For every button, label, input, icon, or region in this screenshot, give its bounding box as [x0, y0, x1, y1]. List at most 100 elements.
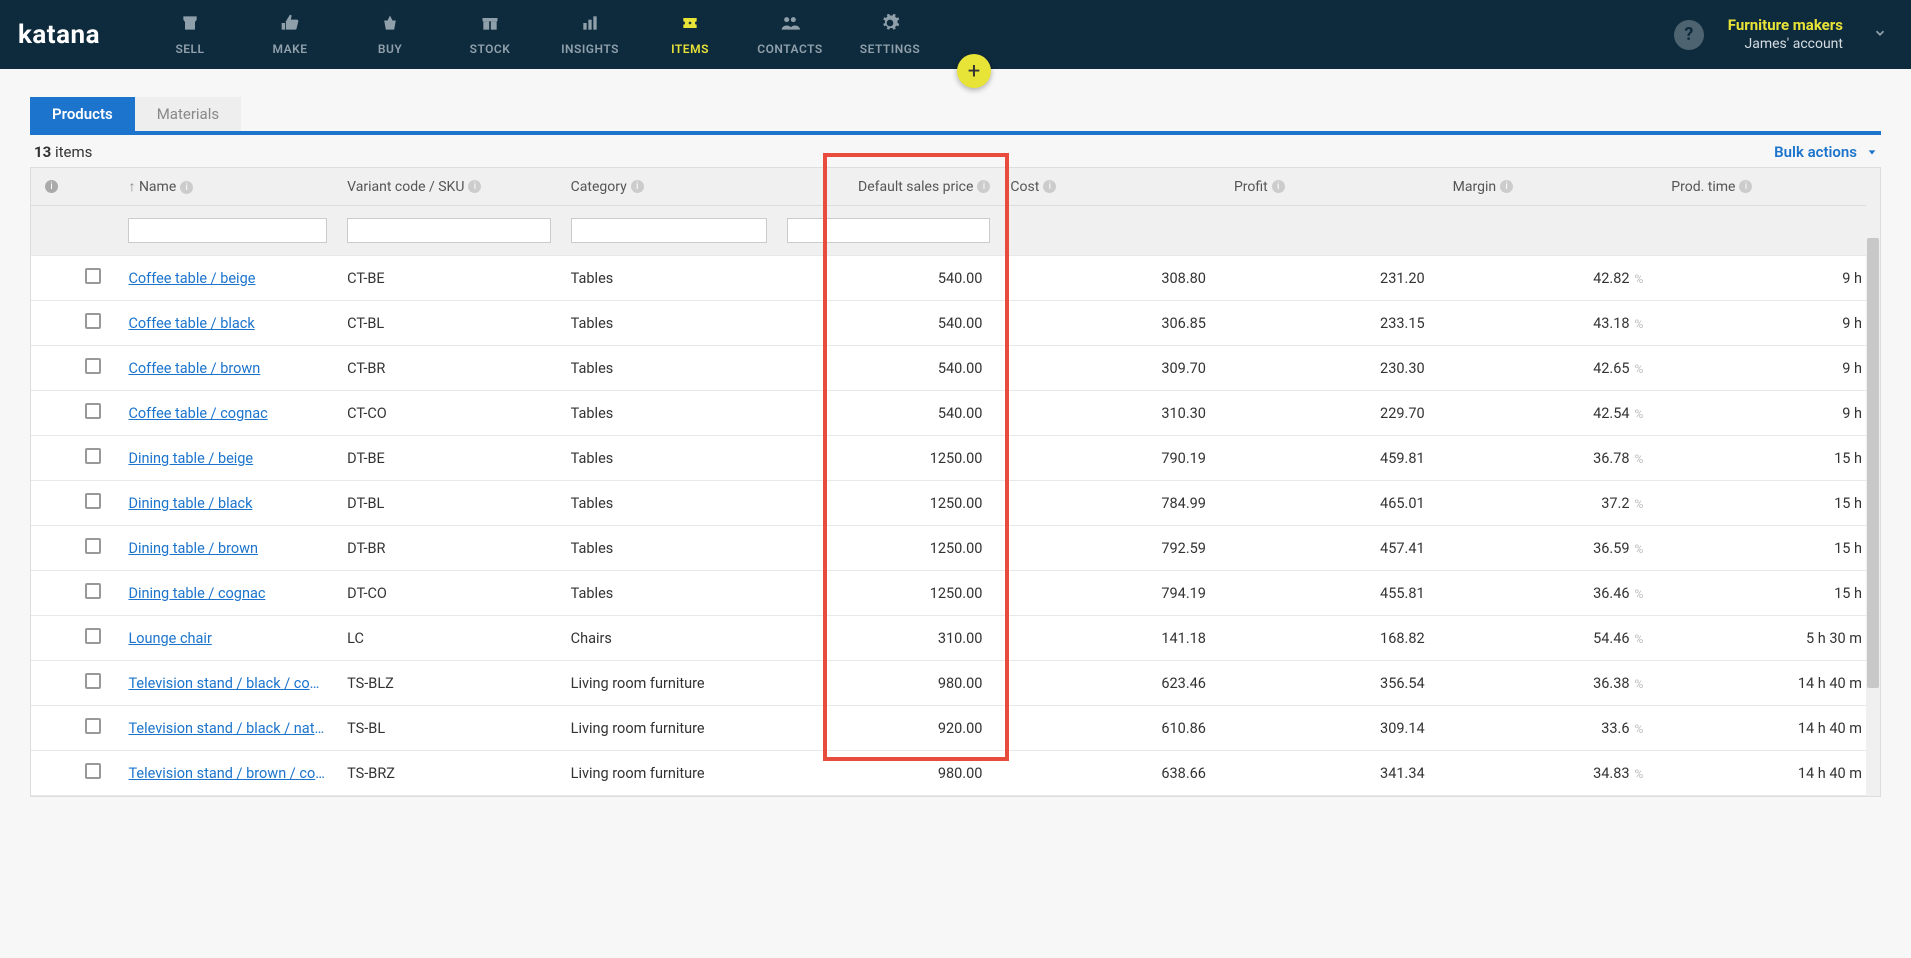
- row-checkbox[interactable]: [85, 763, 101, 779]
- tab-materials[interactable]: Materials: [135, 97, 241, 131]
- product-link[interactable]: Coffee table / brown: [118, 346, 337, 391]
- product-link[interactable]: Coffee table / beige: [118, 256, 337, 301]
- row-checkbox[interactable]: [85, 268, 101, 284]
- row-checkbox[interactable]: [85, 583, 101, 599]
- nav-buy[interactable]: BUY: [340, 13, 440, 56]
- cell-price: 980.00: [777, 751, 1001, 796]
- row-checkbox[interactable]: [85, 448, 101, 464]
- cell-cost: 794.19: [1000, 571, 1224, 616]
- gear-icon: [880, 13, 900, 38]
- filter-sku[interactable]: [347, 218, 551, 243]
- add-button[interactable]: +: [957, 54, 991, 88]
- cell-margin: 36.78 %: [1443, 436, 1662, 481]
- nav-label: MAKE: [273, 42, 308, 56]
- scroll-thumb[interactable]: [1867, 238, 1879, 688]
- col-margin[interactable]: Margini: [1443, 168, 1662, 206]
- table-row: Dining table / cognacDT-COTables1250.007…: [31, 571, 1880, 616]
- col-profit[interactable]: Profiti: [1224, 168, 1443, 206]
- row-checkbox[interactable]: [85, 313, 101, 329]
- row-checkbox[interactable]: [85, 403, 101, 419]
- chevron-down-icon[interactable]: [1867, 26, 1893, 44]
- cell-price: 1250.00: [777, 436, 1001, 481]
- cell-profit: 309.14: [1224, 706, 1443, 751]
- account-menu[interactable]: Furniture makers James' account: [1728, 16, 1843, 54]
- row-checkbox[interactable]: [85, 358, 101, 374]
- row-checkbox[interactable]: [85, 628, 101, 644]
- product-link[interactable]: Coffee table / black: [118, 301, 337, 346]
- logo[interactable]: katana: [18, 20, 100, 50]
- product-link[interactable]: Dining table / cognac: [118, 571, 337, 616]
- col-sku[interactable]: Variant code / SKUi: [337, 168, 561, 206]
- nav-label: BUY: [378, 42, 402, 56]
- cell-category: Tables: [561, 481, 777, 526]
- cell-profit: 457.41: [1224, 526, 1443, 571]
- cell-sku: CT-BR: [337, 346, 561, 391]
- basket-icon: [380, 13, 400, 38]
- product-link[interactable]: Lounge chair: [118, 616, 337, 661]
- cell-profit: 341.34: [1224, 751, 1443, 796]
- cell-time: 14 h 40 m: [1661, 706, 1880, 751]
- grid-wrap: i ↑ Namei Variant code / SKUi Categoryi …: [30, 167, 1881, 797]
- cell-cost: 141.18: [1000, 616, 1224, 661]
- help-icon[interactable]: ?: [1674, 20, 1704, 50]
- filter-name[interactable]: [128, 218, 327, 243]
- col-time[interactable]: Prod. timei: [1661, 168, 1880, 206]
- cell-category: Tables: [561, 526, 777, 571]
- product-link[interactable]: Coffee table / cognac: [118, 391, 337, 436]
- product-link[interactable]: Television stand / black / cognac: [118, 661, 337, 706]
- cell-profit: 168.82: [1224, 616, 1443, 661]
- cell-profit: 465.01: [1224, 481, 1443, 526]
- cell-sku: CT-BL: [337, 301, 561, 346]
- cell-cost: 308.80: [1000, 256, 1224, 301]
- scrollbar[interactable]: [1866, 168, 1880, 796]
- col-checkbox: [67, 168, 118, 206]
- tab-products[interactable]: Products: [30, 97, 135, 131]
- row-checkbox[interactable]: [85, 538, 101, 554]
- cell-category: Tables: [561, 256, 777, 301]
- cell-margin: 36.38 %: [1443, 661, 1662, 706]
- row-checkbox[interactable]: [85, 673, 101, 689]
- cell-category: Living room furniture: [561, 706, 777, 751]
- nav-stock[interactable]: STOCK: [440, 13, 540, 56]
- nav-sell[interactable]: SELL: [140, 13, 240, 56]
- product-link[interactable]: Dining table / beige: [118, 436, 337, 481]
- nav-items[interactable]: ITEMS: [640, 13, 740, 56]
- nav-insights[interactable]: INSIGHTS: [540, 13, 640, 56]
- cell-margin: 33.6 %: [1443, 706, 1662, 751]
- cell-category: Chairs: [561, 616, 777, 661]
- nav-contacts[interactable]: CONTACTS: [740, 13, 840, 56]
- row-checkbox[interactable]: [85, 493, 101, 509]
- filter-category[interactable]: [571, 218, 767, 243]
- col-name[interactable]: ↑ Namei: [118, 168, 337, 206]
- cell-profit: 231.20: [1224, 256, 1443, 301]
- cell-sku: DT-BR: [337, 526, 561, 571]
- table-row: Television stand / black / naturalTS-BLL…: [31, 706, 1880, 751]
- filter-price[interactable]: [787, 218, 991, 243]
- col-category[interactable]: Categoryi: [561, 168, 777, 206]
- product-link[interactable]: Dining table / black: [118, 481, 337, 526]
- cell-category: Living room furniture: [561, 751, 777, 796]
- toolbar: 13 items Bulk actions: [0, 135, 1911, 167]
- cell-time: 14 h 40 m: [1661, 751, 1880, 796]
- cell-price: 540.00: [777, 346, 1001, 391]
- filter-row: [31, 206, 1880, 256]
- nav-label: CONTACTS: [757, 42, 822, 56]
- row-checkbox[interactable]: [85, 718, 101, 734]
- product-link[interactable]: Television stand / black / natural: [118, 706, 337, 751]
- col-info-icon[interactable]: i: [31, 168, 67, 206]
- bulk-actions-button[interactable]: Bulk actions: [1774, 143, 1877, 161]
- col-cost[interactable]: Costi: [1000, 168, 1224, 206]
- nav-items: SELL MAKE BUY STOCKINSIGHTSITEMS CONTACTS SET…: [140, 13, 940, 56]
- cell-time: 5 h 30 m: [1661, 616, 1880, 661]
- col-price[interactable]: Default sales pricei: [777, 168, 1001, 206]
- cell-price: 310.00: [777, 616, 1001, 661]
- cell-margin: 54.46 %: [1443, 616, 1662, 661]
- cell-price: 1250.00: [777, 571, 1001, 616]
- product-link[interactable]: Television stand / brown / cognac: [118, 751, 337, 796]
- cell-time: 9 h: [1661, 256, 1880, 301]
- cell-margin: 36.46 %: [1443, 571, 1662, 616]
- nav-make[interactable]: MAKE: [240, 13, 340, 56]
- cell-cost: 790.19: [1000, 436, 1224, 481]
- nav-settings[interactable]: SETTINGS: [840, 13, 940, 56]
- product-link[interactable]: Dining table / brown: [118, 526, 337, 571]
